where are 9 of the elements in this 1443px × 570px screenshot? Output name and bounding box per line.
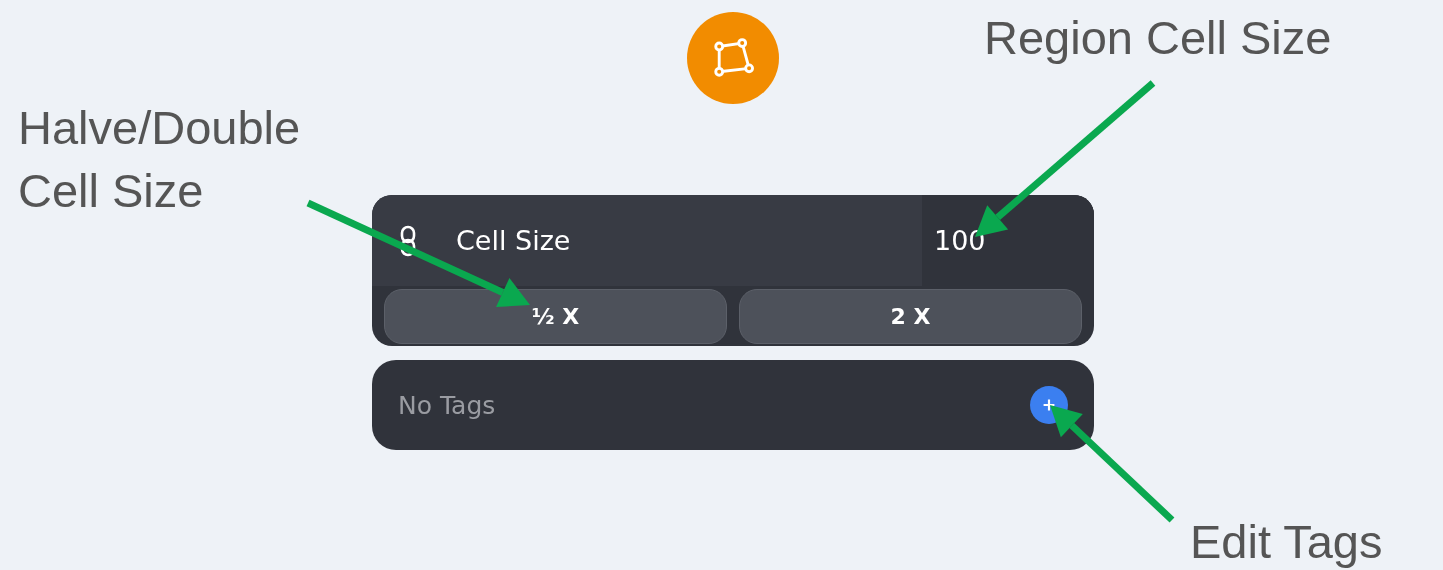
annotation-label: Region Cell Size xyxy=(984,10,1332,66)
annotation-label: Edit Tags xyxy=(1190,514,1383,570)
annotation-label: Halve/Double Cell Size xyxy=(18,100,302,220)
cell-size-field[interactable]: 100 xyxy=(922,195,1094,286)
double-button[interactable]: 2 X xyxy=(739,289,1082,344)
tags-text: No Tags xyxy=(398,390,497,420)
halve-button[interactable]: ½ X xyxy=(384,289,727,344)
cell-size-label: Cell Size xyxy=(456,225,572,256)
link-icon[interactable] xyxy=(400,224,416,257)
